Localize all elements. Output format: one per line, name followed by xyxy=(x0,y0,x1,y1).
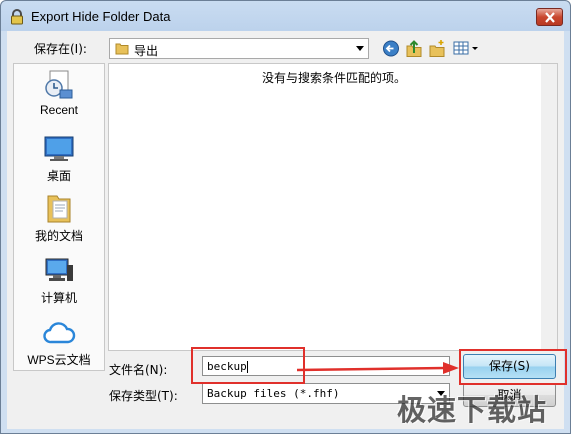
place-desktop[interactable]: 桌面 xyxy=(14,134,104,184)
arrow-annotation xyxy=(297,362,459,374)
close-icon xyxy=(545,12,555,23)
title-bar[interactable]: Export Hide Folder Data xyxy=(1,1,570,31)
place-recent[interactable]: Recent xyxy=(14,68,104,117)
watermark: 极速下载站 xyxy=(397,393,548,427)
place-label: 桌面 xyxy=(46,169,71,183)
close-button[interactable] xyxy=(536,8,563,26)
place-label: 我的文档 xyxy=(34,229,83,243)
recent-places-icon xyxy=(45,70,73,99)
up-folder-icon[interactable] xyxy=(405,38,423,59)
view-menu-icon[interactable] xyxy=(452,38,480,59)
place-label: WPS云文档 xyxy=(27,353,91,367)
filetype-label: 保存类型(T): xyxy=(109,389,178,403)
location-value: 导出 xyxy=(134,44,159,58)
chevron-down-icon[interactable] xyxy=(356,46,364,51)
location-dropdown[interactable]: 导出 xyxy=(109,38,369,59)
place-wps-cloud[interactable]: WPS云文档 xyxy=(14,318,104,368)
place-my-documents[interactable]: 我的文档 xyxy=(14,192,104,244)
save-in-label: 保存在(I): xyxy=(34,42,87,56)
place-computer[interactable]: 计算机 xyxy=(14,256,104,306)
empty-message: 没有与搜索条件匹配的项。 xyxy=(261,71,406,85)
back-icon[interactable] xyxy=(382,38,400,59)
my-documents-icon xyxy=(47,195,71,223)
desktop-icon xyxy=(44,136,74,161)
filename-label: 文件名(N): xyxy=(109,363,168,377)
file-list[interactable]: 没有与搜索条件匹配的项。 xyxy=(108,63,558,351)
new-folder-icon[interactable] xyxy=(428,38,446,59)
lock-icon xyxy=(11,9,23,25)
wps-cloud-icon xyxy=(43,322,76,344)
filetype-value: Backup files (*.fhf) xyxy=(207,387,340,400)
window-title: Export Hide Folder Data xyxy=(31,9,171,24)
highlight-box-save xyxy=(459,349,567,385)
highlight-box-filename xyxy=(191,347,305,384)
vertical-scrollbar[interactable] xyxy=(541,64,557,350)
place-label: 计算机 xyxy=(40,291,77,305)
computer-icon xyxy=(45,258,73,281)
place-label: Recent xyxy=(39,103,79,117)
folder-icon xyxy=(115,43,129,55)
places-bar: Recent 桌面 我的文档 计算机 WPS云文档 xyxy=(13,63,105,371)
save-dialog: Export Hide Folder Data 保存在(I): 导出 Recen… xyxy=(0,0,571,434)
